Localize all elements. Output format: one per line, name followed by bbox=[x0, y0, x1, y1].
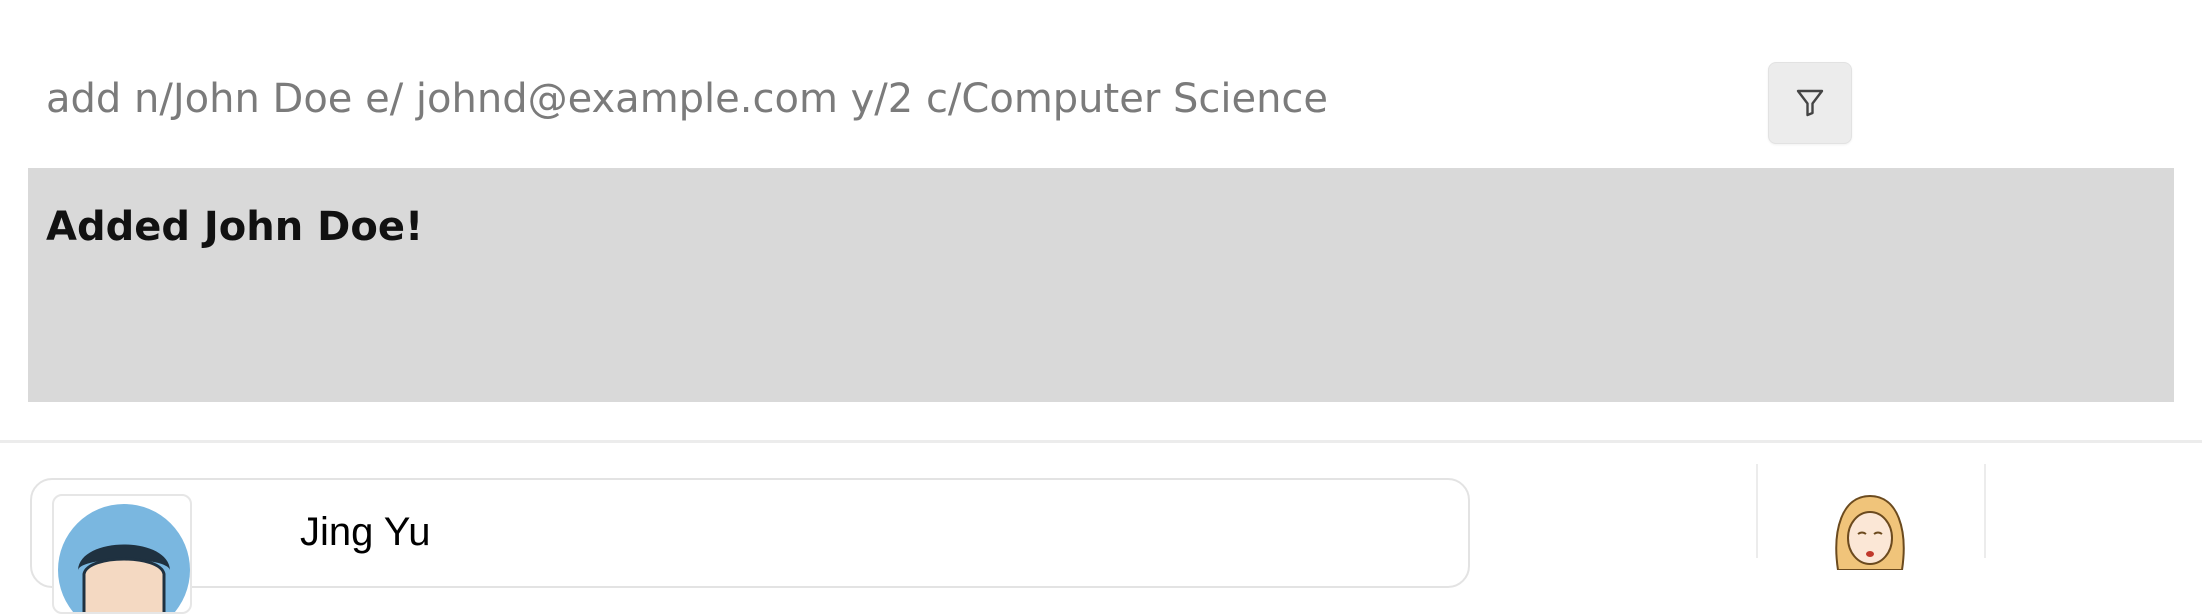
section-divider bbox=[0, 440, 2202, 443]
filter-button[interactable] bbox=[1768, 62, 1852, 144]
avatar-girl-icon bbox=[1835, 494, 1905, 570]
avatar-person-icon bbox=[58, 504, 190, 612]
command-input[interactable] bbox=[28, 58, 1728, 140]
avatar bbox=[52, 494, 192, 614]
result-message: Added John Doe! bbox=[46, 204, 424, 250]
person-name: Jing Yu bbox=[300, 510, 431, 554]
command-bar bbox=[0, 0, 2202, 168]
person-card[interactable]: Jing Yu bbox=[30, 478, 1470, 614]
result-display: Added John Doe! bbox=[28, 168, 2174, 402]
side-panel bbox=[1756, 464, 1986, 570]
filter-funnel-icon bbox=[1796, 89, 1824, 117]
